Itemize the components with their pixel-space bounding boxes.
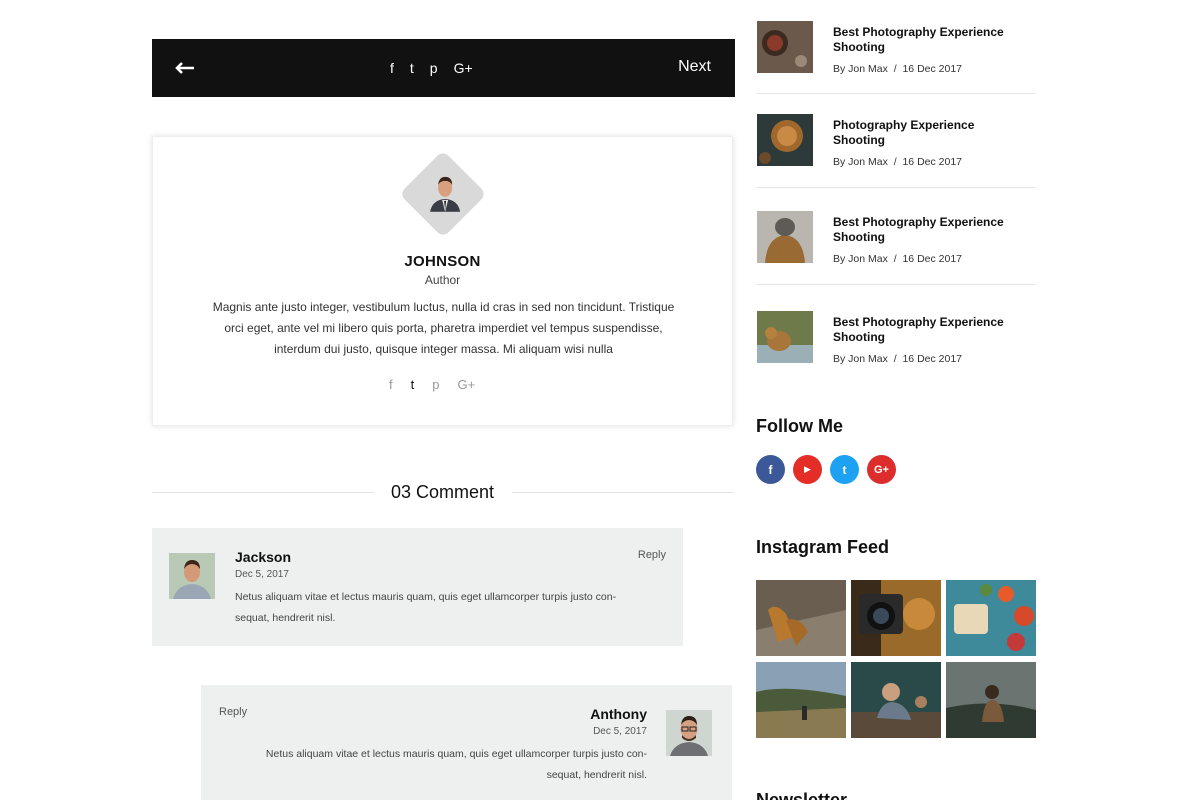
commenter-avatar [666,710,712,756]
recent-post-thumbnail [757,211,813,263]
recent-post-meta: By Jon Max / 16 Dec 2017 [833,63,962,75]
google-plus-icon[interactable]: G+ [867,455,896,484]
recent-post-meta: By Jon Max / 16 Dec 2017 [833,156,962,168]
reply-button[interactable]: Reply [638,549,666,561]
arrow-left-icon [175,62,194,74]
meta-separator: / [893,353,897,365]
comment-date: Dec 5, 2017 [235,569,289,580]
comment-item: Jackson Dec 5, 2017 Netus aliquam vitae … [152,528,683,646]
recent-post-item[interactable]: Best Photography Experience Shooting By … [756,0,1036,94]
pinterest-icon[interactable]: p [430,59,438,77]
author-photo [428,171,463,212]
meta-separator: / [893,253,897,265]
comments-heading-row: 03 Comment [152,478,733,506]
post-author: By Jon Max [833,253,888,265]
facebook-icon[interactable]: f [756,455,785,484]
post-date: 16 Dec 2017 [902,353,963,365]
author-name: JOHNSON [404,253,481,270]
comment-text: Netus aliquam vitae et lectus mauris qua… [265,748,647,781]
post-navigation-bar: f t p G+ Next [152,39,735,97]
twitter-icon[interactable]: t [410,59,414,77]
post-share-icons: f t p G+ [390,59,473,77]
commenter-name: Jackson [235,549,292,565]
google-plus-icon[interactable]: G+ [457,377,475,392]
comment-reply-item: Anthony Dec 5, 2017 Netus aliquam vitae … [201,685,732,800]
recent-post-title[interactable]: Photography Experience Shooting [833,118,1023,148]
instagram-grid [756,580,1036,738]
recent-post-thumbnail [757,114,813,166]
comment-date: Dec 5, 2017 [593,726,647,737]
twitter-icon[interactable]: t [411,377,415,392]
recent-post-thumbnail [757,21,813,73]
instagram-photo[interactable] [946,662,1036,738]
recent-post-item[interactable]: Best Photography Experience Shooting By … [756,288,1036,382]
recent-post-meta: By Jon Max / 16 Dec 2017 [833,253,962,265]
twitter-icon[interactable]: t [830,455,859,484]
instagram-photo[interactable] [756,580,846,656]
post-date: 16 Dec 2017 [902,63,963,75]
recent-posts-list: Best Photography Experience Shooting By … [756,0,1036,380]
youtube-icon[interactable]: ▶ [793,455,822,484]
instagram-photo[interactable] [851,662,941,738]
recent-post-thumbnail [757,311,813,363]
recent-post-meta: By Jon Max / 16 Dec 2017 [833,353,962,365]
post-date: 16 Dec 2017 [902,253,963,265]
recent-post-item[interactable]: Best Photography Experience Shooting By … [756,191,1036,285]
post-date: 16 Dec 2017 [902,156,963,168]
newsletter-heading: Newsletter [756,790,848,800]
recent-post-title[interactable]: Best Photography Experience Shooting [833,25,1023,55]
facebook-icon[interactable]: f [389,377,393,392]
comments-heading: 03 Comment [390,482,495,502]
author-bio: Magnis ante justo integer, vestibulum lu… [212,300,675,356]
instagram-photo[interactable] [851,580,941,656]
google-plus-icon[interactable]: G+ [454,59,473,77]
post-author: By Jon Max [833,156,888,168]
recent-post-title[interactable]: Best Photography Experience Shooting [833,215,1023,245]
comment-text: Netus aliquam vitae et lectus mauris qua… [235,591,617,624]
meta-separator: / [893,63,897,75]
author-card: JOHNSON Author Magnis ante justo integer… [152,136,733,426]
commenter-avatar [169,553,215,599]
pinterest-icon[interactable]: p [432,377,439,392]
instagram-photo[interactable] [756,662,846,738]
author-role: Author [424,273,461,287]
facebook-icon[interactable]: f [390,59,394,77]
instagram-photo[interactable] [946,580,1036,656]
commenter-name: Anthony [590,706,647,722]
follow-icons: f ▶ t G+ [756,455,896,484]
next-post-button[interactable]: Next [678,58,711,76]
commenter-photo [666,710,712,756]
author-social-icons: f t p G+ [389,377,475,392]
commenter-photo [169,553,215,599]
reply-button[interactable]: Reply [219,706,247,718]
recent-post-item[interactable]: Photography Experience Shooting By Jon M… [756,94,1036,188]
instagram-feed-heading: Instagram Feed [756,537,890,557]
meta-separator: / [893,156,897,168]
previous-post-button[interactable] [174,57,198,79]
follow-me-heading: Follow Me [756,416,843,436]
post-author: By Jon Max [833,63,888,75]
author-avatar [399,150,487,238]
post-author: By Jon Max [833,353,888,365]
recent-post-title[interactable]: Best Photography Experience Shooting [833,315,1023,345]
